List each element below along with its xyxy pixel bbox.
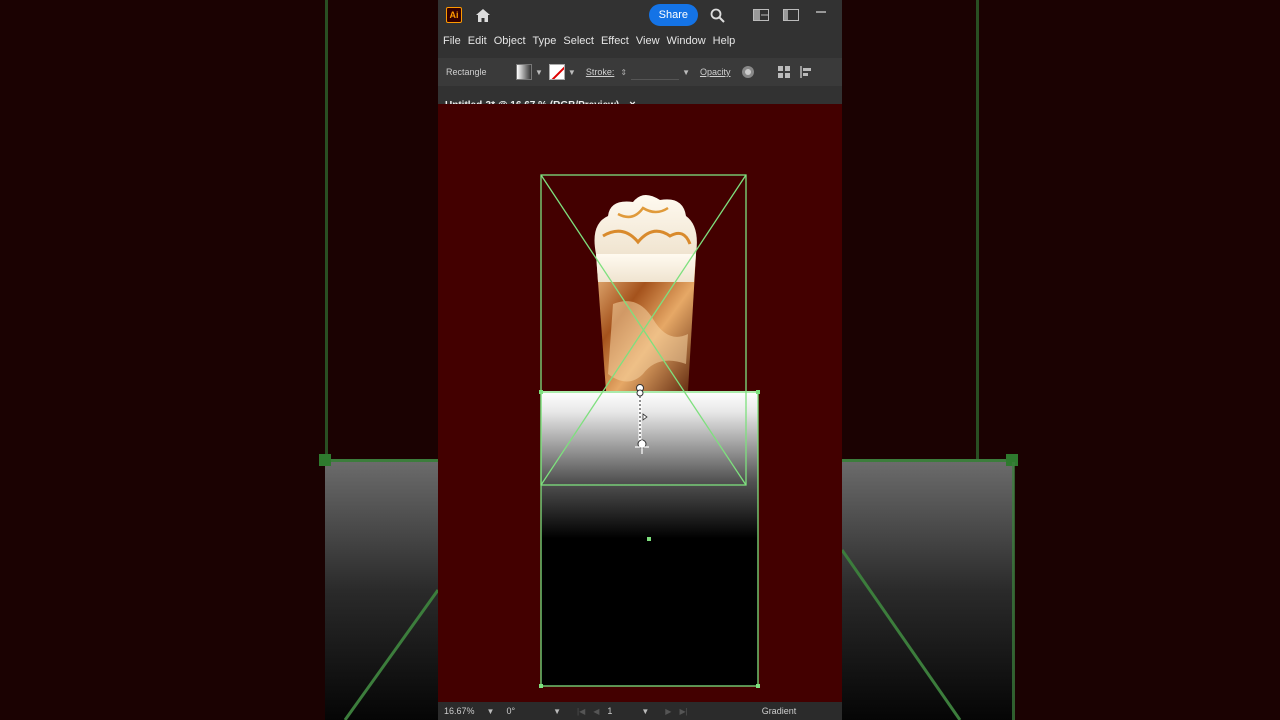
align-icon[interactable]: [799, 65, 813, 79]
menu-edit[interactable]: Edit: [468, 35, 493, 47]
menu-type[interactable]: Type: [533, 35, 563, 47]
menu-select[interactable]: Select: [563, 35, 600, 47]
chevron-down-icon[interactable]: ▼: [535, 68, 543, 77]
next-artboard-icon[interactable]: ▶: [665, 707, 671, 716]
stroke-weight-field[interactable]: [631, 64, 680, 80]
menu-bar: File Edit Object Type Select Effect View…: [438, 30, 842, 52]
last-artboard-icon[interactable]: ▶|: [679, 707, 687, 716]
menu-window[interactable]: Window: [667, 35, 712, 47]
artboard-canvas[interactable]: [438, 104, 842, 702]
chevron-down-icon[interactable]: ▼: [682, 68, 690, 77]
bg-diagonal: [842, 549, 962, 720]
zoom-field[interactable]: 16.67%: [444, 706, 475, 716]
title-bar: Ai Share: [438, 0, 842, 30]
stroke-stepper-icon[interactable]: ⇕: [620, 68, 627, 77]
minimize-icon[interactable]: [812, 6, 830, 24]
first-artboard-icon[interactable]: |◀: [577, 707, 585, 716]
transform-icon[interactable]: [777, 65, 791, 79]
recolor-icon[interactable]: [741, 65, 755, 79]
background-left-blur: [0, 0, 438, 720]
selection-type-label: Rectangle: [446, 67, 487, 77]
share-button[interactable]: Share: [648, 4, 698, 26]
control-bar: Rectangle ▼ ▼ Stroke: ⇕ ▼ Opacity: [438, 58, 842, 86]
artwork: [539, 174, 760, 688]
chevron-down-icon[interactable]: ▼: [487, 707, 495, 716]
menu-help[interactable]: Help: [713, 35, 742, 47]
search-icon[interactable]: [708, 6, 726, 24]
previous-artboard-icon[interactable]: ◀: [593, 707, 599, 716]
menu-file[interactable]: File: [443, 35, 467, 47]
opacity-label[interactable]: Opacity: [700, 67, 731, 77]
workspace-icon[interactable]: [782, 6, 800, 24]
artboard-number-field[interactable]: 1: [607, 706, 641, 716]
illustrator-window: Ai Share File Edit Object Type Select Ef…: [438, 0, 842, 720]
fill-swatch-icon[interactable]: [516, 64, 532, 80]
chevron-down-icon[interactable]: ▼: [641, 707, 649, 716]
bg-diagonal: [343, 589, 438, 720]
chevron-down-icon[interactable]: ▼: [553, 707, 561, 716]
app-logo: Ai: [446, 7, 462, 23]
chevron-down-icon[interactable]: ▼: [568, 68, 576, 77]
background-right-blur: [842, 0, 1280, 720]
rotation-field[interactable]: 0°: [506, 706, 515, 716]
menu-effect[interactable]: Effect: [601, 35, 635, 47]
status-bar: 16.67% ▼ 0° ▼ |◀ ◀ 1 ▼ ▶ ▶| Gradient: [438, 702, 842, 720]
frappe-cup-image[interactable]: [594, 194, 697, 391]
current-tool-label: Gradient: [761, 706, 797, 716]
home-icon[interactable]: [474, 6, 492, 24]
stroke-swatch-icon[interactable]: [548, 64, 565, 80]
stroke-label[interactable]: Stroke:: [586, 67, 615, 77]
arrange-documents-icon[interactable]: [752, 6, 770, 24]
menu-object[interactable]: Object: [494, 35, 532, 47]
menu-view[interactable]: View: [636, 35, 666, 47]
